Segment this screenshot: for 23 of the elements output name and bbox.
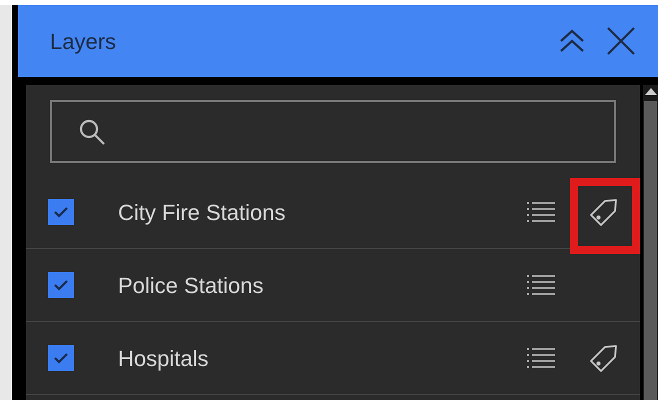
tag-icon[interactable] (588, 196, 620, 228)
search-field[interactable] (50, 100, 616, 163)
layer-name: Hospitals (118, 344, 208, 373)
search-icon (78, 118, 106, 146)
checkbox[interactable] (48, 345, 74, 371)
checkbox[interactable] (48, 272, 74, 298)
panel-title: Layers (50, 28, 116, 56)
scrollbar[interactable] (643, 85, 658, 400)
scroll-up-icon[interactable] (644, 87, 656, 95)
layer-row[interactable]: Police Stations (26, 249, 640, 322)
collapse-icon[interactable] (558, 27, 586, 55)
checkbox[interactable] (48, 199, 74, 225)
check-icon (53, 279, 69, 291)
tag-icon[interactable] (588, 342, 620, 374)
check-icon (53, 352, 69, 364)
check-icon (53, 206, 69, 218)
layer-name: Police Stations (118, 272, 264, 300)
close-icon[interactable] (606, 26, 636, 56)
list-icon[interactable] (526, 274, 556, 296)
layer-row[interactable]: Hospitals (26, 322, 640, 395)
layer-name: City Fire Stations (118, 198, 286, 227)
list-icon[interactable] (526, 201, 556, 223)
list-icon[interactable] (526, 347, 556, 369)
